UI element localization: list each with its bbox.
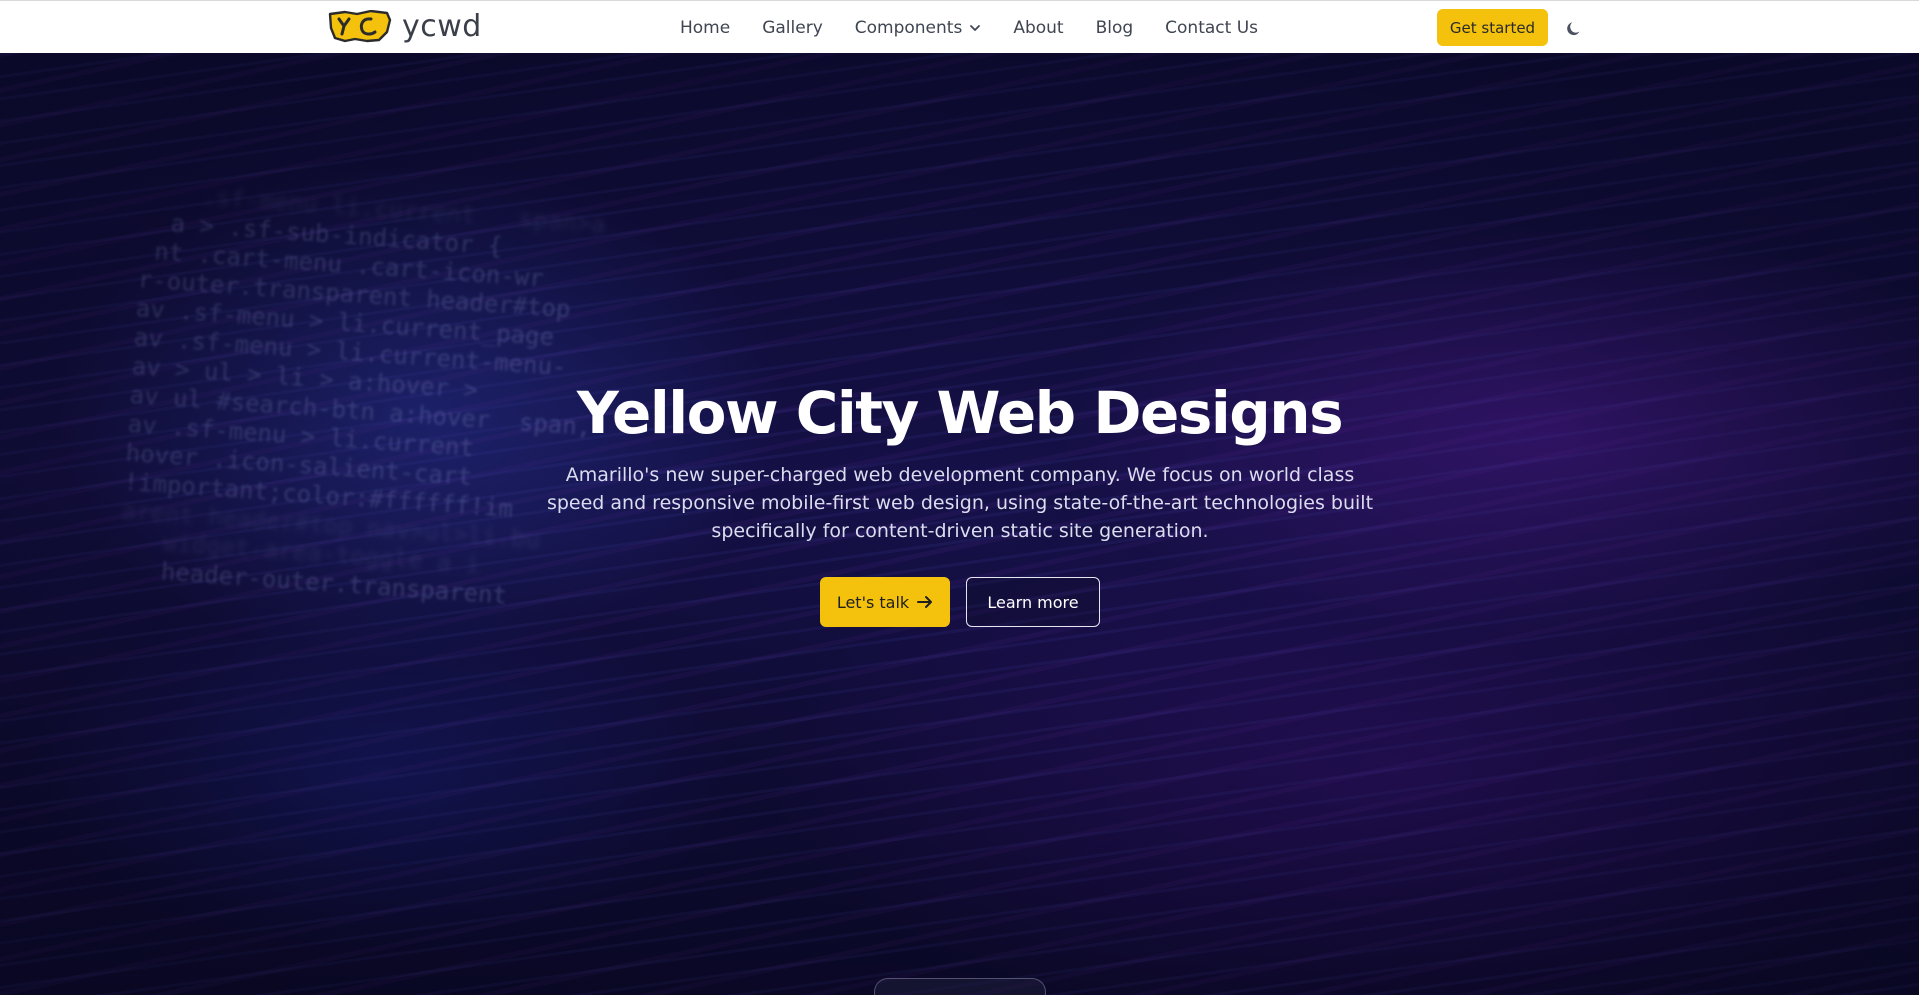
get-started-button[interactable]: Get started xyxy=(1437,9,1548,46)
arrow-right-icon xyxy=(917,596,933,608)
lets-talk-label: Let's talk xyxy=(836,592,910,612)
bottom-toolbar-widget[interactable] xyxy=(874,978,1046,995)
learn-more-button[interactable]: Learn more xyxy=(966,577,1100,627)
site-logo[interactable]: ycwd xyxy=(327,10,482,43)
logo-wordmark: ycwd xyxy=(402,8,482,44)
nav-contact-us[interactable]: Contact Us xyxy=(1165,18,1258,38)
nav-blog[interactable]: Blog xyxy=(1096,18,1134,38)
hero-title: Yellow City Web Designs xyxy=(576,379,1344,447)
nav-components-label: Components xyxy=(854,17,963,38)
nav-components[interactable]: Components xyxy=(855,18,982,38)
main-nav: Home Gallery Components About Blog Conta… xyxy=(680,1,1290,54)
nav-gallery[interactable]: Gallery xyxy=(762,18,823,38)
chevron-down-icon xyxy=(970,24,981,31)
nav-home[interactable]: Home xyxy=(680,18,730,38)
moon-icon[interactable] xyxy=(1566,20,1583,37)
hero-content: Yellow City Web Designs Amarillo's new s… xyxy=(0,53,1919,995)
nav-about[interactable]: About xyxy=(1013,18,1063,38)
yc-logo-icon xyxy=(328,10,392,43)
site-header: ycwd Home Gallery Components About Blog … xyxy=(0,0,1919,53)
hero-section: .sf-menu li.current span>a a > .sf-sub-i… xyxy=(0,53,1919,995)
lets-talk-button[interactable]: Let's talk xyxy=(820,577,950,627)
hero-subtitle: Amarillo's new super-charged web develop… xyxy=(546,464,1374,542)
